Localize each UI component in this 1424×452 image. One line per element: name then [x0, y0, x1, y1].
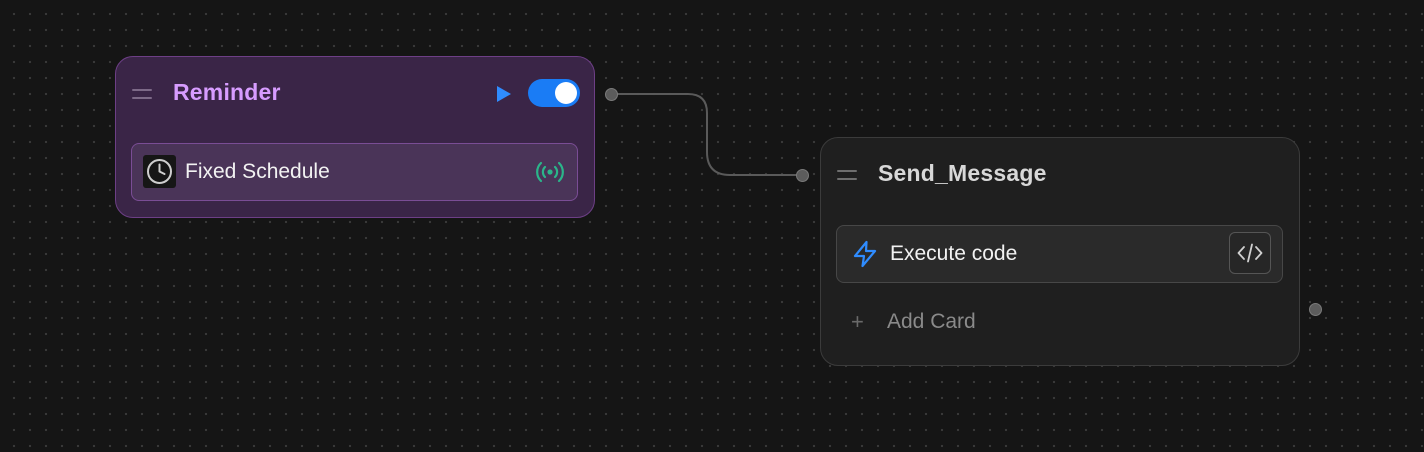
send-message-input-port[interactable]: [796, 169, 809, 182]
plus-icon: +: [851, 309, 864, 334]
add-card-button[interactable]: + Add Card: [851, 310, 976, 334]
node-reminder[interactable]: Reminder Fixed Schedule: [115, 56, 595, 218]
run-button[interactable]: [494, 83, 514, 105]
clock-icon: [143, 155, 176, 188]
add-card-label: Add Card: [887, 310, 976, 333]
toggle-knob: [555, 82, 577, 104]
workflow-canvas[interactable]: Reminder Fixed Schedule Send_Message Exe…: [0, 0, 1424, 452]
lightning-bolt-icon: [853, 240, 877, 268]
node-title-send-message: Send_Message: [878, 160, 1047, 186]
node-send-message[interactable]: Send_Message Execute code + Add Card: [820, 137, 1300, 366]
send-message-output-port[interactable]: [1309, 303, 1322, 316]
enable-toggle[interactable]: [528, 79, 580, 107]
code-editor-button[interactable]: [1229, 232, 1271, 274]
reminder-output-port[interactable]: [605, 88, 618, 101]
edge-reminder-to-send-message: [612, 93, 802, 176]
card-execute-code[interactable]: Execute code: [836, 225, 1283, 283]
broadcast-signal-icon: [536, 161, 564, 183]
card-label-execute-code: Execute code: [890, 242, 1018, 265]
code-icon: [1237, 243, 1263, 263]
drag-handle-icon[interactable]: [132, 89, 152, 99]
node-title-reminder: Reminder: [173, 79, 281, 105]
card-label-fixed-schedule: Fixed Schedule: [185, 160, 330, 183]
drag-handle-icon[interactable]: [837, 170, 857, 180]
card-fixed-schedule[interactable]: Fixed Schedule: [131, 143, 578, 201]
play-icon: [497, 86, 511, 102]
